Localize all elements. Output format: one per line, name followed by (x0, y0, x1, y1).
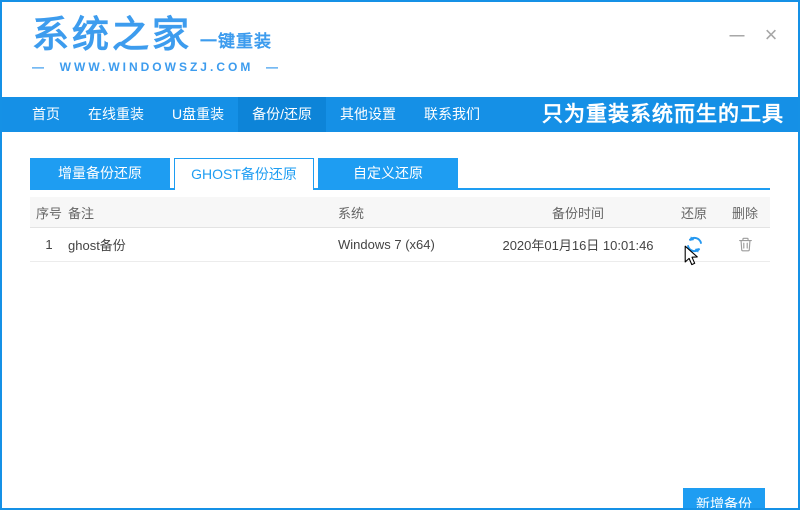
nav-item-home[interactable]: 首页 (18, 97, 74, 132)
col-header-index: 序号 (35, 205, 62, 221)
table-row: 1 ghost备份 Windows 7 (x64) 2020年01月16日 10… (30, 228, 770, 262)
logo-text: 系统之家 (32, 14, 192, 55)
restore-icon[interactable] (685, 235, 704, 254)
cell-system: Windows 7 (x64) (338, 237, 435, 252)
nav-item-usb-reinstall[interactable]: U盘重装 (158, 97, 238, 132)
main-nav: 首页 在线重装 U盘重装 备份/还原 其他设置 联系我们 只为重装系统而生的工具 (2, 97, 798, 132)
col-header-delete: 删除 (731, 205, 758, 221)
nav-item-other-settings[interactable]: 其他设置 (326, 97, 410, 132)
tab-custom-restore[interactable]: 自定义还原 (318, 158, 458, 188)
app-window: 系统之家 一键重装 — WWW.WINDOWSZJ.COM — — × 首页 在… (0, 0, 800, 510)
col-header-time: 备份时间 (551, 205, 604, 221)
tab-bar: 增量备份还原 GHOST备份还原 自定义还原 (30, 158, 770, 190)
logo-website: — WWW.WINDOWSZJ.COM — (32, 60, 281, 74)
cell-note: ghost备份 (68, 238, 126, 253)
col-header-note: 备注 (68, 205, 95, 221)
cell-time: 2020年01月16日 10:01:46 (502, 238, 654, 253)
window-controls: — × (724, 22, 784, 48)
nav-item-contact-us[interactable]: 联系我们 (410, 97, 494, 132)
close-icon[interactable]: × (758, 22, 784, 48)
tab-incremental-backup-restore[interactable]: 增量备份还原 (30, 158, 170, 188)
cell-index: 1 (45, 237, 53, 252)
col-header-restore: 还原 (680, 205, 707, 221)
nav-slogan: 只为重装系统而生的工具 (542, 103, 784, 126)
delete-trash-icon[interactable] (737, 236, 754, 254)
minimize-icon[interactable]: — (724, 22, 750, 48)
table-header-row: 序号 备注 系统 备份时间 还原 删除 (30, 197, 770, 228)
col-header-system: 系统 (338, 205, 365, 221)
tab-ghost-backup-restore[interactable]: GHOST备份还原 (174, 158, 314, 190)
logo-tagline: 一键重装 (200, 32, 272, 51)
logo: 系统之家 一键重装 — WWW.WINDOWSZJ.COM — (32, 16, 281, 74)
content-area: 增量备份还原 GHOST备份还原 自定义还原 序号 备注 系统 备份时间 还原 … (2, 158, 798, 508)
add-backup-button[interactable]: 新增备份 (683, 488, 765, 508)
titlebar: 系统之家 一键重装 — WWW.WINDOWSZJ.COM — — × (2, 2, 798, 97)
backup-table: 序号 备注 系统 备份时间 还原 删除 1 ghost备份 Windows 7 … (30, 197, 770, 262)
nav-item-online-reinstall[interactable]: 在线重装 (74, 97, 158, 132)
nav-item-backup-restore[interactable]: 备份/还原 (238, 97, 327, 132)
